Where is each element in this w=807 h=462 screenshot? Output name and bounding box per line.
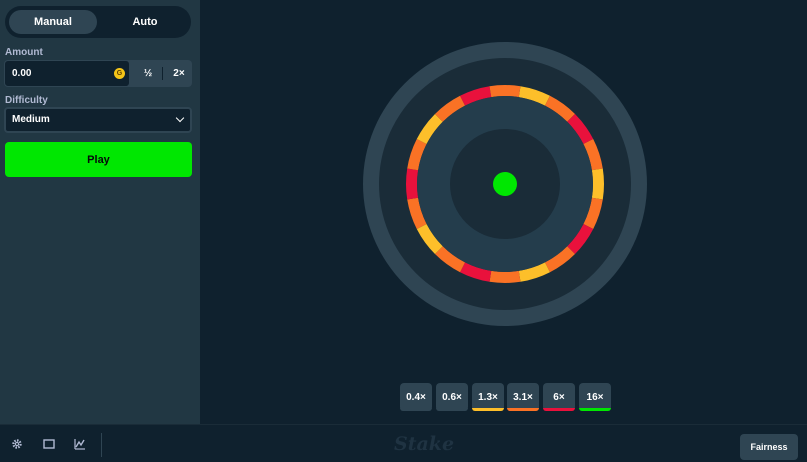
payout-chip: 6× <box>543 383 575 411</box>
wheel <box>363 42 647 326</box>
stake-logo: Stake <box>394 433 455 455</box>
amount-input[interactable] <box>5 61 129 86</box>
wheel-segment <box>591 168 604 200</box>
payout-chip: 0.6× <box>436 383 468 411</box>
play-button[interactable]: Play <box>5 142 192 177</box>
amount-label: Amount <box>5 47 43 58</box>
wheel-segment <box>406 168 419 200</box>
difficulty-label: Difficulty <box>5 95 48 106</box>
chart-icon[interactable] <box>74 438 86 450</box>
bet-sidebar: Manual Auto Amount G ½ 2× Difficulty Med… <box>0 0 200 424</box>
payout-chip: 3.1× <box>507 383 539 411</box>
wheel-segment <box>489 270 521 283</box>
gold-coin-icon: G <box>114 68 125 79</box>
difficulty-select[interactable]: Medium <box>4 107 192 133</box>
wheel-segment <box>489 85 521 98</box>
amount-field-group: G ½ 2× <box>4 60 192 87</box>
footer-bar: Stake Fairness <box>0 424 807 462</box>
payout-chip: 0.4× <box>400 383 432 411</box>
window-icon[interactable] <box>43 438 55 450</box>
mode-toggle: Manual Auto <box>5 6 191 38</box>
payout-color-bar <box>400 408 432 411</box>
tab-manual[interactable]: Manual <box>9 10 97 34</box>
payout-color-bar <box>507 408 539 411</box>
green-dot-icon <box>493 172 517 196</box>
payout-chip: 16× <box>579 383 611 411</box>
difficulty-value: Medium <box>12 114 50 125</box>
chevron-down-icon <box>175 113 185 123</box>
payout-chip: 1.3× <box>472 383 504 411</box>
payout-color-bar <box>579 408 611 411</box>
half-amount-button[interactable]: ½ <box>133 61 163 86</box>
payout-color-bar <box>543 408 575 411</box>
gear-icon[interactable] <box>11 438 23 450</box>
tab-auto[interactable]: Auto <box>101 10 189 34</box>
payout-color-bar <box>472 408 504 411</box>
double-amount-button[interactable]: 2× <box>164 61 194 86</box>
fairness-button[interactable]: Fairness <box>740 434 798 460</box>
payout-color-bar <box>436 408 468 411</box>
amount-divider <box>162 67 163 80</box>
footer-divider <box>101 433 102 457</box>
